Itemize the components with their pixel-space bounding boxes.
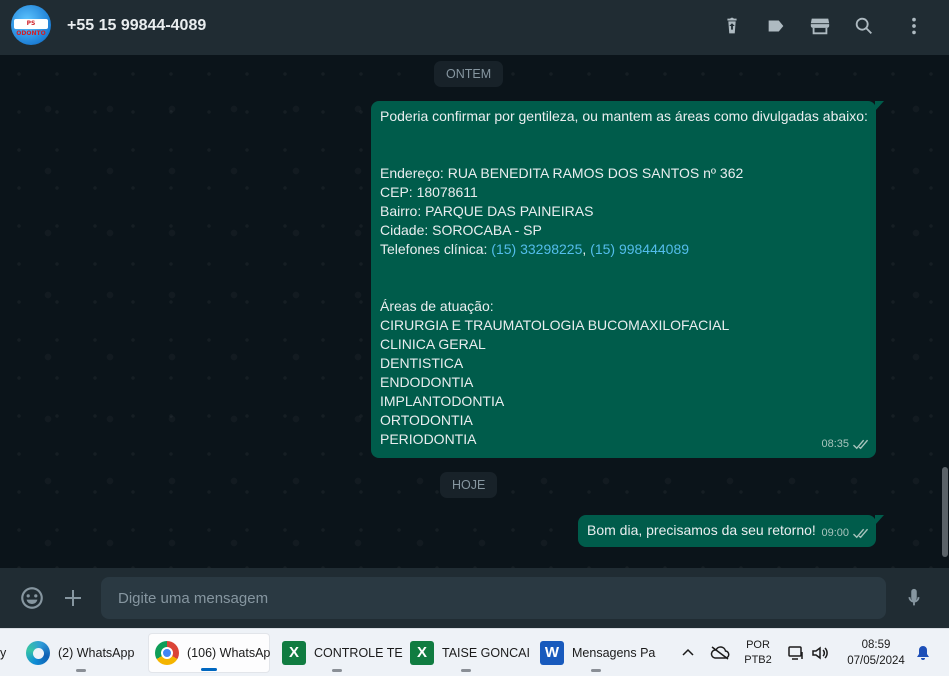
taskbar-item-label: TAISE GONCAI	[442, 646, 530, 660]
plus-icon[interactable]	[60, 585, 86, 611]
chat-header: PS ODONTO +55 15 99844-4089	[0, 0, 949, 55]
taskbar-item-label: Mensagens Pa	[572, 646, 656, 660]
message-meta: 09:00	[821, 524, 868, 543]
message-line: IMPLANTODONTIA	[380, 393, 505, 409]
message-line	[380, 145, 867, 164]
taskbar-partial-label: y	[0, 646, 7, 660]
contact-name[interactable]: +55 15 99844-4089	[67, 17, 206, 35]
message-line	[380, 278, 867, 297]
taskbar-partial-item[interactable]: y	[0, 629, 8, 676]
cloud-offline-icon[interactable]	[708, 629, 732, 676]
message-line	[380, 259, 867, 278]
excel-icon: X	[410, 641, 434, 665]
message-time: 09:00	[821, 527, 849, 539]
language-indicator[interactable]: POR PTB2	[740, 629, 776, 676]
chat-area: ONTEM Poderia confirmar por gentileza, o…	[0, 55, 949, 568]
message-input[interactable]	[101, 577, 886, 619]
message-line: ORTODONTIA	[380, 412, 473, 428]
clock-time: 08:59	[861, 639, 891, 651]
volume-icon[interactable]	[810, 629, 830, 676]
active-indicator	[201, 668, 217, 671]
message-line: Bairro: PARQUE DAS PAINEIRAS	[380, 203, 594, 219]
bubble-tail	[875, 101, 884, 111]
phones-prefix: Telefones clínica:	[380, 241, 492, 257]
excel-icon: X	[282, 641, 306, 665]
running-indicator	[76, 669, 86, 672]
notification-bell-icon[interactable]	[914, 629, 932, 676]
chrome-icon	[155, 641, 179, 665]
search-icon[interactable]	[852, 14, 876, 38]
message-line: CLINICA GERAL	[380, 336, 486, 352]
taskbar-item-label: (106) WhatsAp	[187, 646, 271, 660]
running-indicator	[332, 669, 342, 672]
message-line: ENDODONTIA	[380, 374, 474, 390]
date-divider-today: HOJE	[440, 472, 498, 498]
taskbar-item-chrome-whatsapp[interactable]: (106) WhatsAp	[148, 633, 270, 673]
phone-link[interactable]: (15) 998444089	[590, 241, 689, 257]
message-line	[380, 126, 867, 145]
menu-dots-icon[interactable]	[902, 14, 926, 38]
taskbar-item-excel-controle[interactable]: X CONTROLE TE	[276, 633, 403, 673]
avatar-logo: PS ODONTO	[14, 19, 48, 37]
bubble-tail	[875, 515, 884, 525]
message-line: Poderia confirmar por gentileza, ou mant…	[380, 108, 868, 124]
taskbar-item-edge-whatsapp[interactable]: (2) WhatsApp	[20, 633, 142, 673]
edge-icon	[26, 641, 50, 665]
windows-taskbar: y (2) WhatsApp (106) WhatsAp X CONTROLE …	[0, 628, 949, 676]
phones-line: Telefones clínica: (15) 33298225, (15) 9…	[380, 240, 867, 259]
chat-scrollbar[interactable]	[942, 467, 948, 557]
message-line: CIRURGIA E TRAUMATOLOGIA BUCOMAXILOFACIA…	[380, 317, 730, 333]
phone-link[interactable]: (15) 33298225	[491, 241, 582, 257]
label-icon[interactable]	[764, 14, 788, 38]
chevron-up-icon[interactable]	[678, 629, 698, 676]
taskbar-item-excel-taise[interactable]: X TAISE GONCAI	[404, 633, 530, 673]
date-divider-yesterday: ONTEM	[434, 61, 504, 87]
contact-avatar[interactable]: PS ODONTO	[11, 5, 51, 45]
running-indicator	[591, 669, 601, 672]
clock-date: 07/05/2024	[847, 655, 905, 667]
double-check-icon	[853, 439, 868, 450]
message-line: Endereço: RUA BENEDITA RAMOS DOS SANTOS …	[380, 165, 744, 181]
double-check-icon	[853, 528, 868, 539]
message-time: 08:35	[821, 438, 849, 450]
message-line: CEP: 18078611	[380, 184, 478, 200]
compose-bar	[0, 568, 949, 628]
emoji-icon[interactable]	[19, 585, 45, 611]
word-icon: W	[540, 641, 564, 665]
phone-separator: ,	[582, 241, 591, 257]
trash-icon[interactable]	[720, 14, 744, 38]
language-code: POR	[746, 639, 770, 651]
outgoing-message[interactable]: Poderia confirmar por gentileza, ou mant…	[371, 101, 884, 458]
taskbar-item-label: (2) WhatsApp	[58, 646, 135, 660]
message-meta: 08:35	[821, 435, 868, 454]
network-icon[interactable]	[786, 629, 806, 676]
taskbar-item-label: CONTROLE TE	[314, 646, 403, 660]
message-line: PERIODONTIA	[380, 431, 477, 447]
message-line: Cidade: SOROCABA - SP	[380, 222, 542, 238]
message-line: Áreas de atuação:	[380, 298, 494, 314]
system-clock[interactable]: 08:59 07/05/2024	[840, 629, 912, 676]
outgoing-message[interactable]: Bom dia, precisamos da seu retorno! 09:0…	[578, 515, 884, 547]
taskbar-item-word-mensagens[interactable]: W Mensagens Pa	[534, 633, 658, 673]
message-line: DENTISTICA	[380, 355, 464, 371]
store-icon[interactable]	[808, 14, 832, 38]
microphone-icon[interactable]	[901, 585, 927, 611]
running-indicator	[461, 669, 471, 672]
keyboard-layout: PTB2	[744, 654, 772, 666]
